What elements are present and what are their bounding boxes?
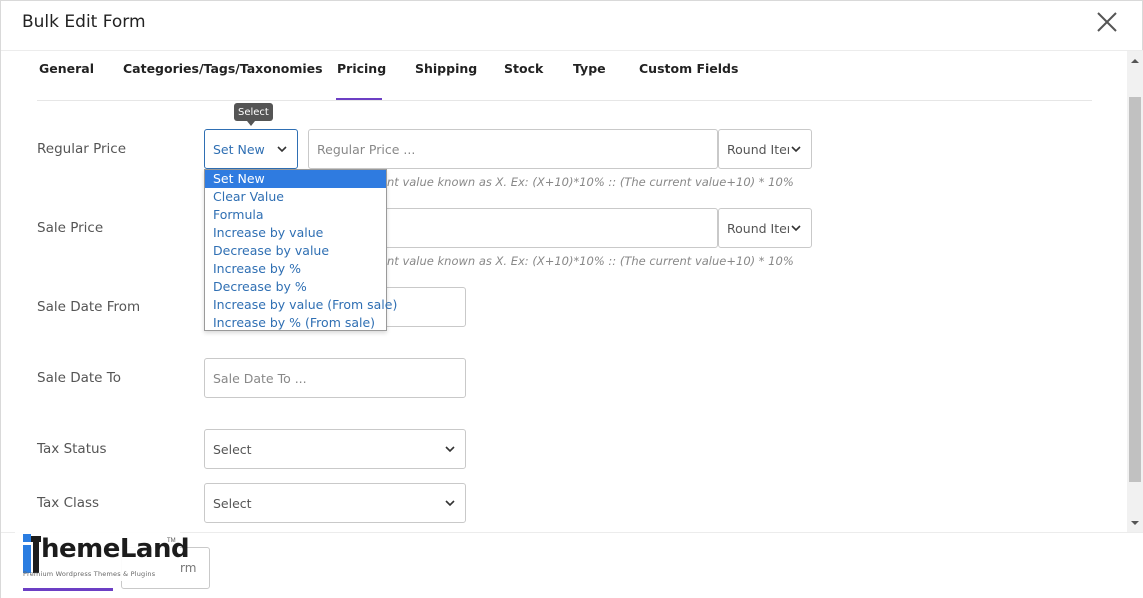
dropdown-option-increase-by-percent-from-sale[interactable]: Increase by % (From sale) [205,314,386,332]
dropdown-option-decrease-by-percent[interactable]: Decrease by % [205,278,386,296]
tax-class-value: Select [213,495,252,511]
dropdown-option-increase-by-percent[interactable]: Increase by % [205,260,386,278]
tab-bar: General Categories/Tags/Taxonomies Prici… [37,51,1092,101]
dropdown-option-increase-by-value[interactable]: Increase by value [205,224,386,242]
regular-price-round-value: Round Iten [727,141,789,157]
active-tab-indicator [336,98,382,100]
tax-class-label: Tax Class [37,495,100,511]
chevron-down-icon [791,146,801,153]
sale-date-to-input[interactable]: Sale Date To ... [204,358,466,398]
tab-pricing[interactable]: Pricing [337,61,386,76]
tab-type[interactable]: Type [573,61,606,76]
regular-price-placeholder: Regular Price ... [317,141,416,157]
tab-general[interactable]: General [39,61,94,76]
regular-price-round-select[interactable]: Round Iten [718,129,812,169]
sale-price-round-select[interactable]: Round Iten [718,208,812,248]
tax-status-value: Select [213,441,252,457]
sale-date-to-label: Sale Date To [37,370,121,386]
dropdown-option-increase-by-value-from-sale[interactable]: Increase by value (From sale) [205,296,397,314]
scroll-down-icon[interactable] [1131,521,1139,525]
chevron-down-icon [277,146,287,153]
dropdown-option-clear-value[interactable]: Clear Value [205,188,386,206]
logo-i-mark [23,534,41,573]
operation-dropdown-list[interactable]: Set New Clear Value Formula Increase by … [204,169,397,332]
logo-tagline: Premium Wordpress Themes & Plugins [23,570,156,578]
tab-stock[interactable]: Stock [504,61,543,76]
sale-price-formula-hint: nt value known as X. Ex: (X+10)*10% :: (… [387,254,794,268]
dropdown-option-formula[interactable]: Formula [205,206,386,224]
modal-title: Bulk Edit Form [22,12,146,32]
tab-categories-tags-taxonomies[interactable]: Categories/Tags/Taxonomies [123,61,323,76]
ithemeland-logo: hemeLand TM Premium Wordpress Themes & P… [15,531,190,581]
sale-date-from-label: Sale Date From [37,299,141,315]
regular-price-formula-hint: nt value known as X. Ex: (X+10)*10% :: (… [387,175,794,189]
tab-custom-fields[interactable]: Custom Fields [639,61,738,76]
vertical-scrollbar[interactable] [1127,51,1143,532]
scroll-thumb[interactable] [1129,97,1141,482]
dropdown-option-set-new[interactable]: Set New [205,170,386,188]
tax-class-select[interactable]: Select [204,483,466,523]
select-tooltip: Select [234,103,273,126]
regular-price-label: Regular Price [37,141,127,157]
close-icon[interactable] [1094,9,1120,35]
primary-button-edge[interactable] [23,588,113,591]
regular-price-operation-value: Set New [213,141,265,157]
chevron-down-icon [445,500,455,507]
regular-price-input[interactable]: Regular Price ... [308,129,718,169]
modal-header: Bulk Edit Form [1,1,1143,51]
logo-trademark: TM [167,538,176,544]
tax-status-select[interactable]: Select [204,429,466,469]
dropdown-option-decrease-by-value[interactable]: Decrease by value [205,242,386,260]
chevron-down-icon [445,446,455,453]
scroll-up-icon[interactable] [1131,59,1139,63]
sale-price-label: Sale Price [37,220,104,236]
tax-status-label: Tax Status [37,441,107,457]
sale-price-round-value: Round Iten [727,220,789,236]
sale-date-to-placeholder: Sale Date To ... [213,370,307,386]
chevron-down-icon [791,225,801,232]
bulk-edit-modal: Bulk Edit Form General Categories/Tags/T… [0,0,1143,598]
regular-price-operation-select[interactable]: Set New [204,129,298,169]
tab-shipping[interactable]: Shipping [415,61,477,76]
